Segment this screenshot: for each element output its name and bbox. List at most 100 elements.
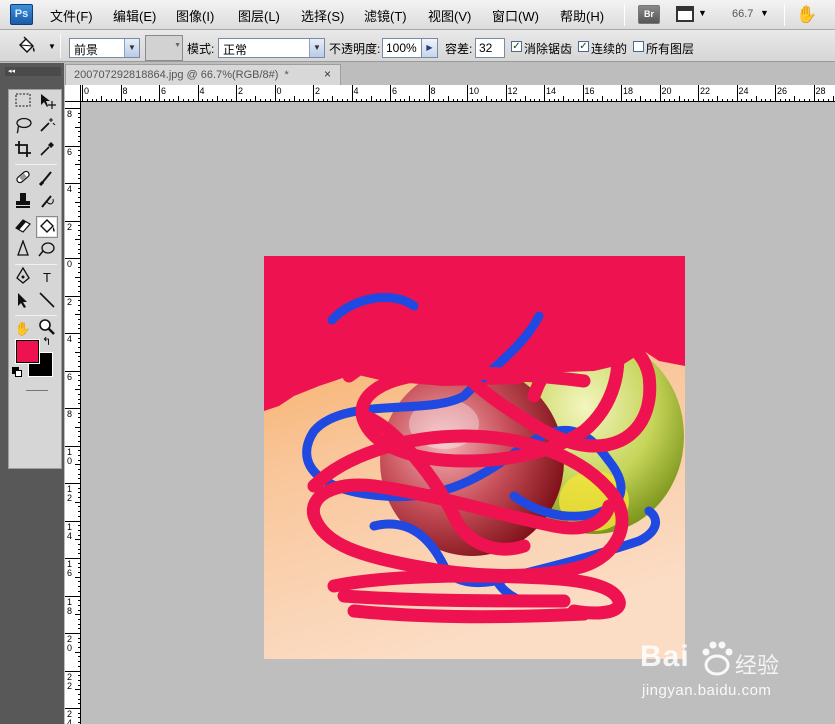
contiguous-label[interactable]: 连续的 [591,40,627,57]
ruler-minor-tick [78,525,80,527]
menu-help[interactable]: 帮助(H) [560,6,604,25]
canvas-workspace[interactable] [82,103,835,724]
ruler-minor-tick [799,99,801,101]
ruler-minor-tick [78,497,80,499]
ruler-major-tick [775,85,776,101]
close-icon[interactable]: × [324,67,331,81]
ruler-minor-tick [438,99,440,101]
mode-select[interactable]: 正常 ▼ [218,38,325,58]
ruler-minor-tick [78,675,80,677]
ruler-minor-tick [78,206,80,208]
menu-filter[interactable]: 滤镜(T) [364,6,407,25]
ruler-minor-tick [231,99,233,101]
pen-tool-icon[interactable] [12,266,34,289]
screen-mode-icon[interactable] [676,6,694,22]
zoom-dropdown-icon[interactable]: ▼ [760,8,769,18]
ruler-minor-tick [731,99,733,101]
pattern-picker[interactable]: ▼ [145,35,183,61]
foreground-color-swatch[interactable] [15,339,40,364]
menu-edit[interactable]: 编辑(E) [113,6,156,25]
ruler-minor-tick [78,665,80,667]
ruler-minor-tick [78,361,80,363]
type-tool-icon[interactable]: T [36,267,58,289]
ruler-minor-tick [462,99,464,101]
ruler-label: 8 [67,409,73,419]
ruler-minor-tick [78,122,80,124]
hand-tool-icon[interactable]: ✋ [12,318,34,340]
ruler-minor-tick [78,656,80,658]
marquee-tool-icon[interactable] [12,92,34,114]
antialias-checkbox[interactable]: ✓ [511,41,522,52]
magic-wand-tool-icon[interactable] [36,116,58,138]
brush-tool-icon[interactable] [36,168,58,190]
ruler-minor-tick [78,150,80,152]
move-tool-icon[interactable] [36,92,58,114]
ruler-major-tick [659,85,661,101]
paint-bucket-tool-icon[interactable] [36,216,58,238]
menu-window[interactable]: 窗口(W) [492,6,539,25]
eyedropper-tool-icon[interactable] [36,140,58,162]
crop-tool-icon[interactable] [12,140,34,162]
chevron-down-icon: ▼ [309,39,324,57]
path-selection-tool-icon[interactable] [12,291,34,313]
ruler-minor-tick [78,618,80,620]
ruler-origin[interactable] [65,85,81,102]
chevron-down-icon: ▼ [174,42,181,49]
ruler-minor-tick [707,99,709,101]
lasso-tool-icon[interactable] [12,116,34,138]
ruler-minor-tick [317,99,319,101]
tolerance-field[interactable]: 32 [475,38,505,58]
opacity-slider-button[interactable]: ▶ [421,38,438,58]
paint-bucket-preset-icon[interactable] [16,36,50,57]
ruler-minor-tick [78,262,80,264]
hand-tool-icon[interactable]: ✋ [796,5,817,25]
vertical-ruler[interactable]: 8 6 4 2 0 2 4 6 8 10 12 14 16 18 20 22 24 [65,102,81,724]
line-tool-icon[interactable] [36,291,58,313]
ruler-minor-tick [356,99,358,101]
ruler-minor-tick [447,96,449,101]
tools-panel: ◂◂ T ✋ ↰ [0,63,64,724]
ruler-minor-tick [717,96,719,101]
horizontal-ruler[interactable]: 0 8 6 4 2 0 2 4 6 8 10 12 14 16 18 20 22 24 26 28 [65,85,835,102]
clone-stamp-tool-icon[interactable] [12,192,34,214]
ruler-major-tick [544,85,545,101]
eraser-tool-icon[interactable] [12,216,34,238]
ruler-minor-tick [78,440,80,442]
menu-view[interactable]: 视图(V) [428,6,471,25]
ruler-minor-tick [693,99,695,101]
document-canvas[interactable] [264,256,685,659]
menu-image[interactable]: 图像(I) [176,6,214,25]
toolbox-collapse-bar[interactable]: ◂◂ [5,67,61,76]
menu-layer[interactable]: 图层(L) [238,6,280,25]
menu-file[interactable]: 文件(F) [50,6,93,25]
tool-preset-dropdown-icon[interactable]: ▼ [48,42,56,51]
ruler-minor-tick [78,712,80,714]
ruler-label: 4 [353,86,359,96]
ruler-minor-tick [399,99,401,101]
history-brush-tool-icon[interactable] [36,192,58,214]
ruler-minor-tick [284,99,286,101]
healing-brush-tool-icon[interactable] [12,168,34,190]
ruler-label: 16 [67,559,73,578]
ruler-minor-tick [78,403,80,405]
fill-source-select[interactable]: 前景 ▼ [69,38,140,58]
contiguous-checkbox[interactable]: ✓ [578,41,589,52]
ruler-minor-tick [91,99,93,101]
swap-colors-icon[interactable]: ↰ [42,335,51,348]
quick-mask-button[interactable] [26,390,48,391]
ruler-minor-tick [78,253,80,255]
document-tab[interactable]: 200707292818864.jpg @ 66.7%(RGB/8#) * [65,64,341,85]
ruler-minor-tick [688,99,690,101]
ruler-minor-tick [645,99,647,101]
blur-tool-icon[interactable] [12,239,34,262]
all-layers-checkbox[interactable] [633,41,644,52]
screen-mode-dropdown-icon[interactable]: ▼ [698,8,707,18]
default-colors-icon[interactable] [12,367,22,377]
bridge-button[interactable]: Br [638,5,660,24]
antialias-label[interactable]: 消除锯齿 [524,40,572,57]
opacity-field[interactable]: 100% [382,38,422,58]
all-layers-label[interactable]: 所有图层 [646,40,694,57]
menu-select[interactable]: 选择(S) [301,6,344,25]
ruler-minor-tick [288,99,290,101]
dodge-tool-icon[interactable] [36,240,58,262]
